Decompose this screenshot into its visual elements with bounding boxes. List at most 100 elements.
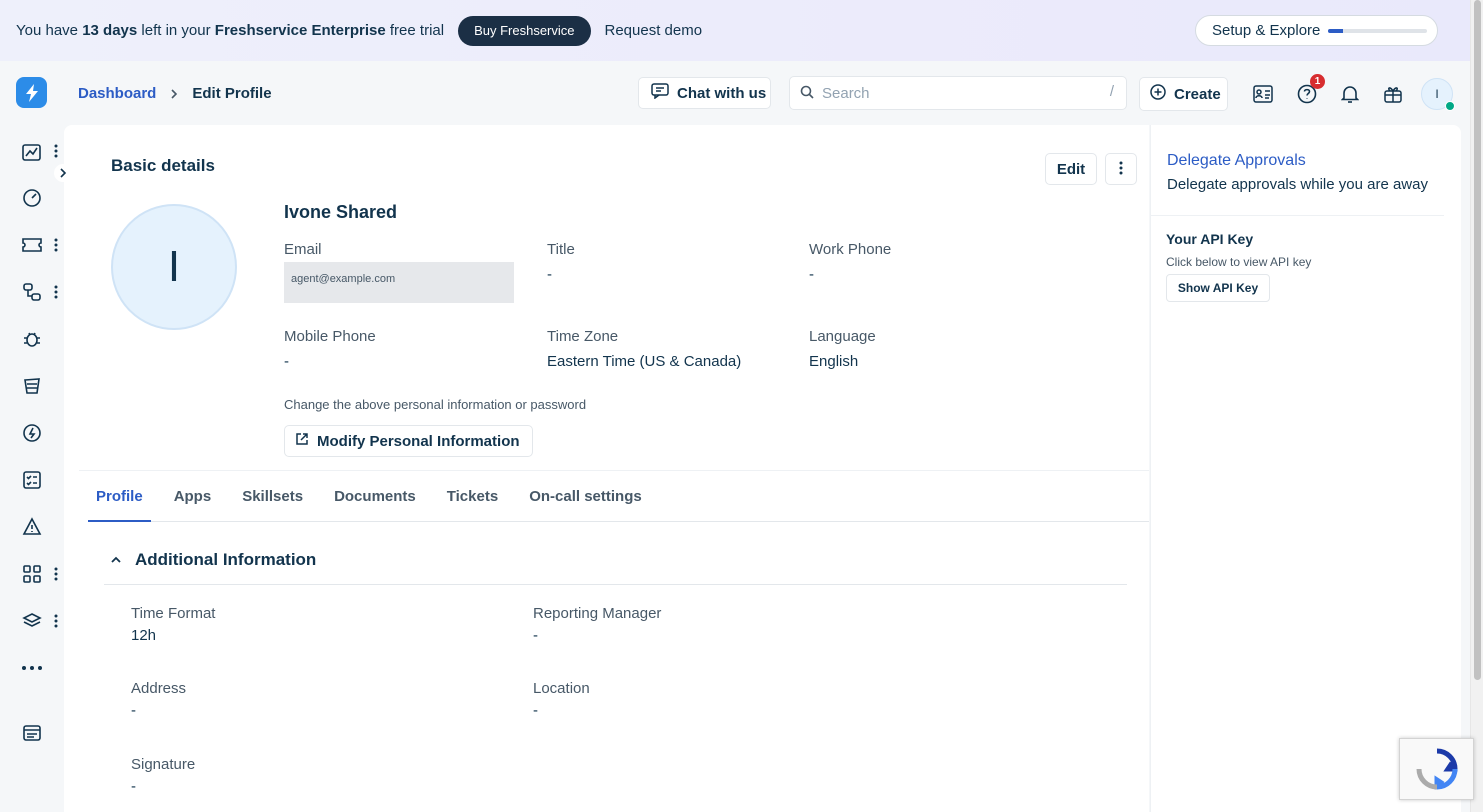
mobile-phone-field: Mobile Phone - [284, 328, 376, 370]
changes-menu-icon[interactable] [52, 285, 60, 299]
language-field: Language English [809, 328, 876, 370]
breadcrumb-current: Edit Profile [192, 85, 272, 102]
modify-personal-info-button[interactable]: Modify Personal Information [284, 425, 533, 457]
user-name: Ivone Shared [284, 202, 398, 222]
alerts-icon[interactable] [20, 515, 44, 539]
chat-with-us-button[interactable]: Chat with us [638, 77, 771, 109]
chat-icon [651, 83, 669, 103]
time-zone-label: Time Zone [547, 328, 619, 345]
modify-personal-info-label: Modify Personal Information [317, 432, 520, 450]
setup-explore-label: Setup & Explore [1212, 22, 1321, 39]
tickets-icon[interactable] [20, 233, 44, 257]
email-field: Email agent@example.com [284, 241, 514, 303]
scrollbar-thumb[interactable] [1474, 0, 1481, 680]
online-status-indicator [1445, 101, 1455, 111]
additional-info-title: Additional Information [135, 550, 317, 569]
tab-on-call-settings[interactable]: On-call settings [521, 471, 650, 521]
breadcrumb: Dashboard Edit Profile [78, 85, 272, 102]
request-demo-link[interactable]: Request demo [605, 22, 703, 39]
chat-label: Chat with us [677, 84, 767, 102]
delegate-approvals-link[interactable]: Delegate Approvals [1167, 152, 1306, 170]
work-phone-field: Work Phone - [809, 241, 891, 283]
edit-button[interactable]: Edit [1045, 153, 1097, 185]
tasks-checklist-icon[interactable] [20, 468, 44, 492]
problems-bug-icon[interactable] [20, 327, 44, 351]
search-box[interactable]: / [789, 76, 1127, 110]
time-format-label: Time Format [131, 605, 216, 622]
reporting-manager-label: Reporting Manager [533, 605, 662, 622]
tab-profile[interactable]: Profile [88, 471, 151, 522]
analytics-icon[interactable] [20, 140, 44, 164]
signature-label: Signature [131, 756, 196, 773]
work-phone-value: - [809, 266, 814, 283]
show-api-key-button[interactable]: Show API Key [1166, 274, 1270, 302]
time-format-field: Time Format 12h [131, 605, 215, 644]
more-horizontal-icon[interactable] [20, 656, 44, 680]
title-field: Title - [547, 241, 575, 283]
kebab-menu-icon [1119, 161, 1123, 178]
bell-icon[interactable] [1338, 82, 1362, 106]
location-field: Location - [533, 680, 590, 719]
agent-directory-icon[interactable] [1252, 82, 1276, 106]
setup-explore-button[interactable]: Setup & Explore [1195, 15, 1438, 46]
title-label: Title [547, 241, 575, 258]
admin-icon[interactable] [20, 721, 44, 745]
left-nav [0, 61, 72, 812]
search-shortcut-hint: / [1109, 83, 1114, 100]
chevron-up-icon [104, 548, 128, 572]
analytics-menu-icon[interactable] [52, 144, 60, 158]
tab-documents[interactable]: Documents [326, 471, 424, 521]
delegate-approvals-desc: Delegate approvals while you are away [1167, 176, 1428, 193]
time-zone-value: Eastern Time (US & Canada) [547, 353, 742, 370]
create-label: Create [1174, 85, 1221, 103]
address-label: Address [131, 680, 187, 697]
location-value: - [533, 702, 538, 719]
language-label: Language [809, 328, 876, 345]
product-switcher-icon[interactable] [1381, 82, 1405, 106]
freshservice-logo[interactable] [16, 77, 47, 108]
trial-banner: You have 13 days left in your Freshservi… [0, 0, 1470, 61]
tab-apps[interactable]: Apps [166, 471, 220, 521]
apps-menu-icon[interactable] [52, 567, 60, 581]
tab-skillsets[interactable]: Skillsets [234, 471, 311, 521]
tab-tickets[interactable]: Tickets [439, 471, 506, 521]
tickets-menu-icon[interactable] [52, 238, 60, 252]
divider [1151, 215, 1444, 216]
recaptcha-icon [1416, 748, 1458, 790]
setup-progress-fill [1328, 28, 1344, 33]
expand-nav-button[interactable] [54, 164, 72, 182]
api-key-title: Your API Key [1166, 231, 1254, 247]
signature-value: - [131, 778, 136, 795]
profile-card: Basic details Edit I Ivone Shared Email … [64, 125, 1149, 812]
chevron-right-icon [170, 88, 178, 100]
external-link-icon [295, 432, 309, 450]
more-options-button[interactable] [1105, 153, 1137, 185]
recaptcha-badge[interactable] [1399, 738, 1474, 800]
language-value: English [809, 353, 859, 370]
email-label: Email [284, 241, 322, 258]
mobile-phone-value: - [284, 353, 289, 370]
changes-icon[interactable] [20, 280, 44, 304]
create-button[interactable]: Create [1139, 77, 1228, 111]
search-input[interactable] [822, 84, 1082, 102]
reporting-manager-field: Reporting Manager - [533, 605, 661, 644]
email-value: agent@example.com [284, 262, 514, 303]
profile-avatar: I [111, 204, 237, 330]
work-phone-label: Work Phone [809, 241, 892, 258]
address-field: Address - [131, 680, 186, 719]
releases-icon[interactable] [20, 374, 44, 398]
layers-menu-icon[interactable] [52, 614, 60, 628]
trial-message: You have 13 days left in your Freshservi… [16, 22, 445, 39]
breadcrumb-dashboard-link[interactable]: Dashboard [78, 85, 156, 102]
dashboard-gauge-icon[interactable] [20, 186, 44, 210]
page-scrollbar[interactable] [1470, 0, 1483, 812]
apps-grid-icon[interactable] [20, 562, 44, 586]
help-notification-badge: 1 [1310, 74, 1325, 89]
layers-icon[interactable] [20, 609, 44, 633]
time-zone-field: Time Zone Eastern Time (US & Canada) [547, 328, 741, 370]
assets-icon[interactable] [20, 421, 44, 445]
api-key-desc: Click below to view API key [1166, 255, 1312, 269]
additional-info-accordion[interactable]: Additional Information [104, 548, 1127, 585]
reporting-manager-value: - [533, 627, 538, 644]
buy-freshservice-button[interactable]: Buy Freshservice [458, 15, 591, 46]
